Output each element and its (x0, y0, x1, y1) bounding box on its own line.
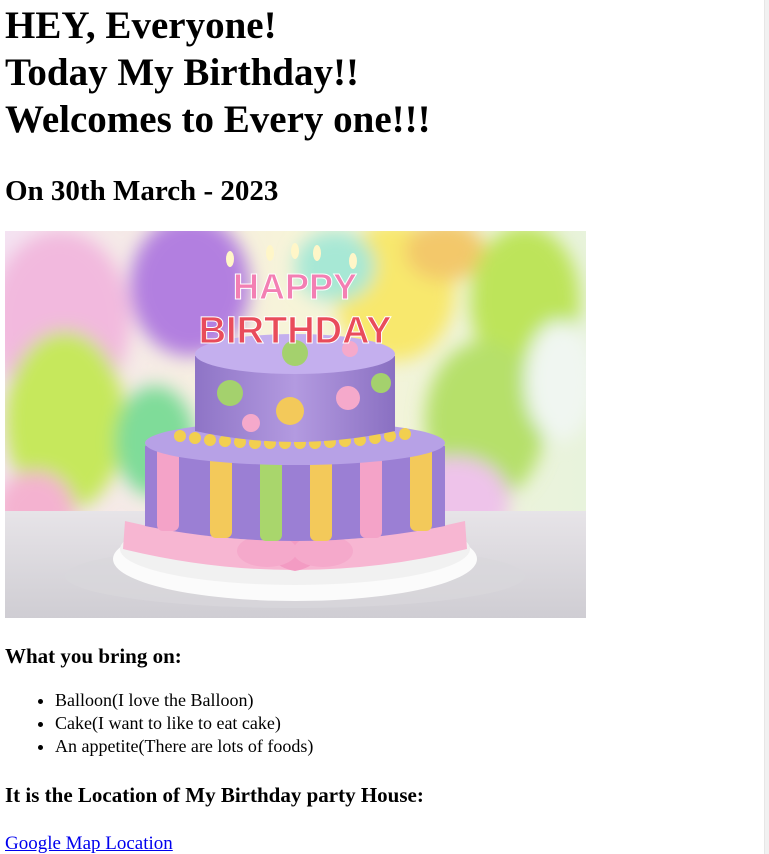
bring-list: Balloon(I love the Balloon) Cake(I want … (5, 689, 763, 758)
list-item: Cake(I want to like to eat cake) (55, 712, 763, 735)
cake-topper-line-1: HAPPY (233, 266, 357, 307)
list-item: Balloon(I love the Balloon) (55, 689, 763, 712)
page-title: HEY, Everyone! Today My Birthday!! Welco… (5, 2, 763, 143)
headline-line-1: HEY, Everyone! (5, 4, 277, 47)
location-section-heading: It is the Location of My Birthday party … (5, 783, 424, 807)
google-map-link[interactable]: Google Map Location (5, 832, 173, 854)
scrollbar[interactable] (764, 0, 769, 854)
headline-line-3: Welcomes to Every one!!! (5, 98, 431, 141)
event-date-heading: On 30th March - 2023 (5, 175, 279, 207)
headline-line-2: Today My Birthday!! (5, 51, 359, 94)
bring-section-heading: What you bring on: (5, 644, 182, 668)
list-item: An appetite(There are lots of foods) (55, 735, 763, 758)
birthday-cake-image: HAPPY BIRTHDAY (5, 231, 586, 618)
page-content: HEY, Everyone! Today My Birthday!! Welco… (5, 0, 763, 854)
cake-topper-line-2: BIRTHDAY (199, 310, 392, 352)
